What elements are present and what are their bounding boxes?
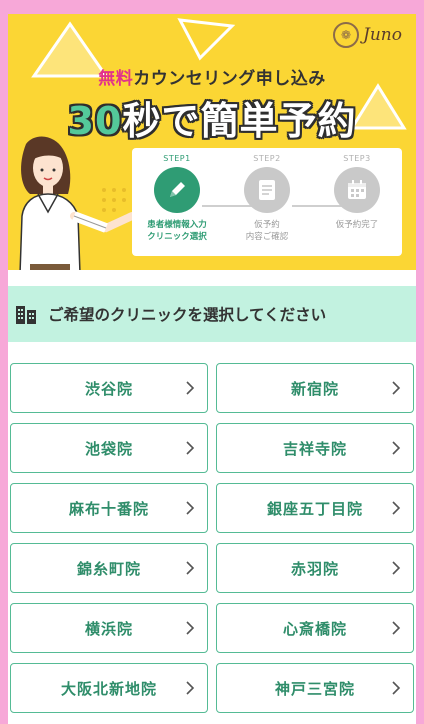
clinic-button[interactable]: 錦糸町院 (10, 543, 208, 593)
section-title: ご希望のクリニックを選択してください (48, 306, 327, 324)
step-label: 患者様情報入力 クリニック選択 (147, 220, 207, 242)
clinic-grid: 渋谷院 新宿院池袋院 吉祥寺院麻布十番院 銀座五丁目院錦糸町院 赤羽院横浜院 心斎橋院大阪… (10, 363, 414, 713)
clinic-button[interactable]: 吉祥寺院 (216, 423, 414, 473)
clinic-button[interactable]: 麻布十番院 (10, 483, 208, 533)
chevron-right-icon (392, 621, 401, 635)
banner-subtitle: 無料カウンセリング申し込み (8, 64, 416, 89)
brand-logo[interactable]: ❁ Juno (333, 22, 402, 48)
clinic-button[interactable]: 赤羽院 (216, 543, 414, 593)
decor-triangle (177, 18, 236, 61)
logo-text: Juno (363, 25, 402, 45)
chevron-right-icon (392, 381, 401, 395)
chevron-right-icon (186, 441, 195, 455)
clinic-name: 麻布十番院 (68, 499, 149, 518)
page-frame: ❁ Juno 無料カウンセリング申し込み 30秒で簡単予約 STEP1 患者様情… (8, 14, 416, 724)
chevron-right-icon (392, 501, 401, 515)
clinic-button[interactable]: 大阪北新地院 (10, 663, 208, 713)
step-number: STEP3 (343, 154, 371, 163)
clinic-button[interactable]: 神戸三宮院 (216, 663, 414, 713)
clinic-button[interactable]: 渋谷院 (10, 363, 208, 413)
clinic-name: 心斎橋院 (282, 619, 347, 638)
chevron-right-icon (392, 441, 401, 455)
chevron-right-icon (186, 381, 195, 395)
clinic-button[interactable]: 横浜院 (10, 603, 208, 653)
free-label: 無料 (98, 69, 134, 89)
chevron-right-icon (392, 681, 401, 695)
subtitle-text: カウンセリング申し込み (133, 69, 326, 89)
step-number: STEP2 (253, 154, 281, 163)
chevron-right-icon (392, 561, 401, 575)
pencil-icon (154, 167, 200, 213)
step-2: STEP2 仮予約 内容ご確認 (222, 154, 312, 243)
step-label: 仮予約 内容ご確認 (245, 220, 289, 242)
document-icon (244, 167, 290, 213)
clinic-name: 横浜院 (84, 619, 133, 638)
clinic-section-header: ご希望のクリニックを選択してください (8, 286, 416, 342)
step-3: STEP3 仮予約完了 (312, 154, 402, 231)
clinic-button[interactable]: 心斎橋院 (216, 603, 414, 653)
clinic-button[interactable]: 銀座五丁目院 (216, 483, 414, 533)
steps-progress-card: STEP1 患者様情報入力 クリニック選択 STEP2 仮予約 内容ご確認 ST… (132, 148, 402, 256)
clinic-name: 大阪北新地院 (60, 679, 157, 698)
chevron-right-icon (186, 681, 195, 695)
clinic-button[interactable]: 池袋院 (10, 423, 208, 473)
chevron-right-icon (186, 561, 195, 575)
building-icon (16, 306, 36, 324)
chevron-right-icon (186, 621, 195, 635)
calendar-icon (334, 167, 380, 213)
step-1: STEP1 患者様情報入力 クリニック選択 (132, 154, 222, 243)
hero-banner: ❁ Juno 無料カウンセリング申し込み 30秒で簡単予約 STEP1 患者様情… (8, 14, 416, 270)
headline-text: 秒で簡単予約 (122, 99, 357, 143)
clinic-name: 神戸三宮院 (274, 679, 355, 698)
clinic-name: 赤羽院 (290, 559, 339, 578)
logo-mark-icon: ❁ (333, 22, 360, 48)
clinic-name: 新宿院 (290, 379, 339, 398)
clinic-name: 吉祥寺院 (282, 439, 347, 458)
clinic-name: 錦糸町院 (76, 559, 141, 578)
clinic-name: 銀座五丁目院 (266, 499, 363, 518)
clinic-name: 渋谷院 (84, 379, 133, 398)
step-number: STEP1 (163, 154, 191, 163)
clinic-name: 池袋院 (84, 439, 133, 458)
clinic-button[interactable]: 新宿院 (216, 363, 414, 413)
step-label: 仮予約完了 (335, 220, 379, 230)
receptionist-illustration (19, 136, 136, 270)
chevron-right-icon (186, 501, 195, 515)
